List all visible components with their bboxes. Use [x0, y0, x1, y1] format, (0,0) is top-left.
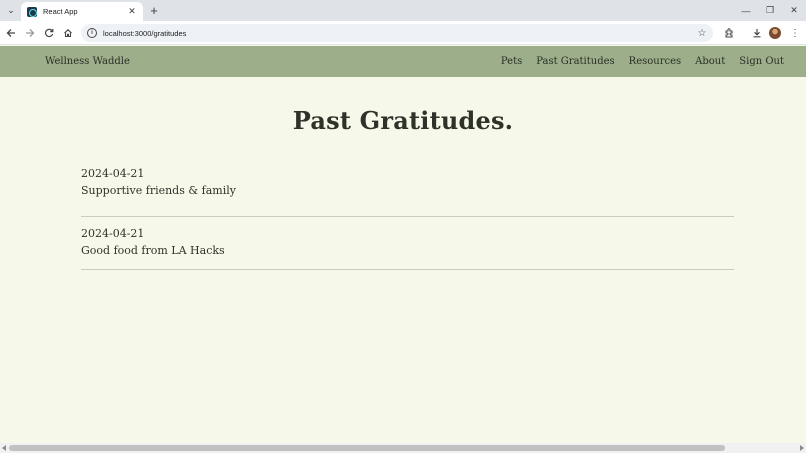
- back-icon[interactable]: [3, 25, 19, 41]
- nav-link-pets[interactable]: Pets: [501, 56, 522, 67]
- browser-tab[interactable]: React App ✕: [21, 2, 143, 21]
- window-controls: — ❐ ✕: [734, 0, 806, 21]
- nav-links: Pets Past Gratitudes Resources About Sig…: [501, 46, 784, 77]
- scrollbar-thumb[interactable]: [9, 445, 725, 451]
- reload-icon[interactable]: [41, 25, 57, 41]
- tab-search-icon[interactable]: ⌄: [3, 3, 19, 18]
- browser-toolbar: i localhost:3000/gratitudes ☆ ⋮: [0, 21, 806, 45]
- nav-link-about[interactable]: About: [695, 56, 725, 67]
- browser-tab-strip: ⌄ React App ✕ + — ❐ ✕: [0, 0, 806, 21]
- restore-icon[interactable]: ❐: [758, 0, 782, 21]
- scroll-right-arrow-icon[interactable]: [800, 445, 804, 451]
- entry-date: 2024-04-21: [81, 226, 145, 240]
- brand-link[interactable]: Wellness Waddle: [45, 46, 130, 77]
- site-info-icon[interactable]: i: [87, 28, 97, 38]
- nav-link-past-gratitudes[interactable]: Past Gratitudes: [536, 56, 614, 67]
- close-window-icon[interactable]: ✕: [782, 0, 806, 21]
- tab-close-icon[interactable]: ✕: [127, 6, 137, 17]
- entry-text: Good food from LA Hacks: [81, 243, 225, 257]
- extensions-icon[interactable]: [721, 25, 737, 41]
- app-navbar: Wellness Waddle Pets Past Gratitudes Res…: [0, 46, 806, 77]
- scroll-left-arrow-icon[interactable]: [2, 445, 6, 451]
- gratitude-entry: 2024-04-21 Supportive friends & family: [81, 163, 734, 217]
- react-favicon-icon: [27, 6, 37, 17]
- entry-date: 2024-04-21: [81, 167, 145, 180]
- nav-link-sign-out[interactable]: Sign Out: [739, 56, 784, 67]
- gratitude-entry: 2024-04-21 Good food from LA Hacks: [81, 217, 734, 270]
- gratitude-list: 2024-04-21 Supportive friends & family 2…: [81, 163, 734, 270]
- download-icon[interactable]: [749, 25, 765, 41]
- entry-text: Supportive friends & family: [81, 184, 236, 197]
- nav-link-resources[interactable]: Resources: [629, 56, 681, 67]
- new-tab-icon[interactable]: +: [147, 3, 161, 18]
- url-text[interactable]: localhost:3000/gratitudes: [103, 29, 695, 38]
- page-title: Past Gratitudes.: [292, 106, 514, 135]
- bookmark-star-icon[interactable]: ☆: [695, 28, 709, 39]
- forward-icon[interactable]: [22, 25, 38, 41]
- minimize-icon[interactable]: —: [734, 0, 758, 21]
- home-icon[interactable]: [60, 25, 76, 41]
- address-bar[interactable]: i localhost:3000/gratitudes ☆: [81, 24, 713, 42]
- tab-title: React App: [43, 7, 78, 16]
- horizontal-scrollbar[interactable]: [0, 443, 806, 453]
- profile-avatar[interactable]: [769, 27, 781, 39]
- browser-menu-icon[interactable]: ⋮: [787, 25, 803, 41]
